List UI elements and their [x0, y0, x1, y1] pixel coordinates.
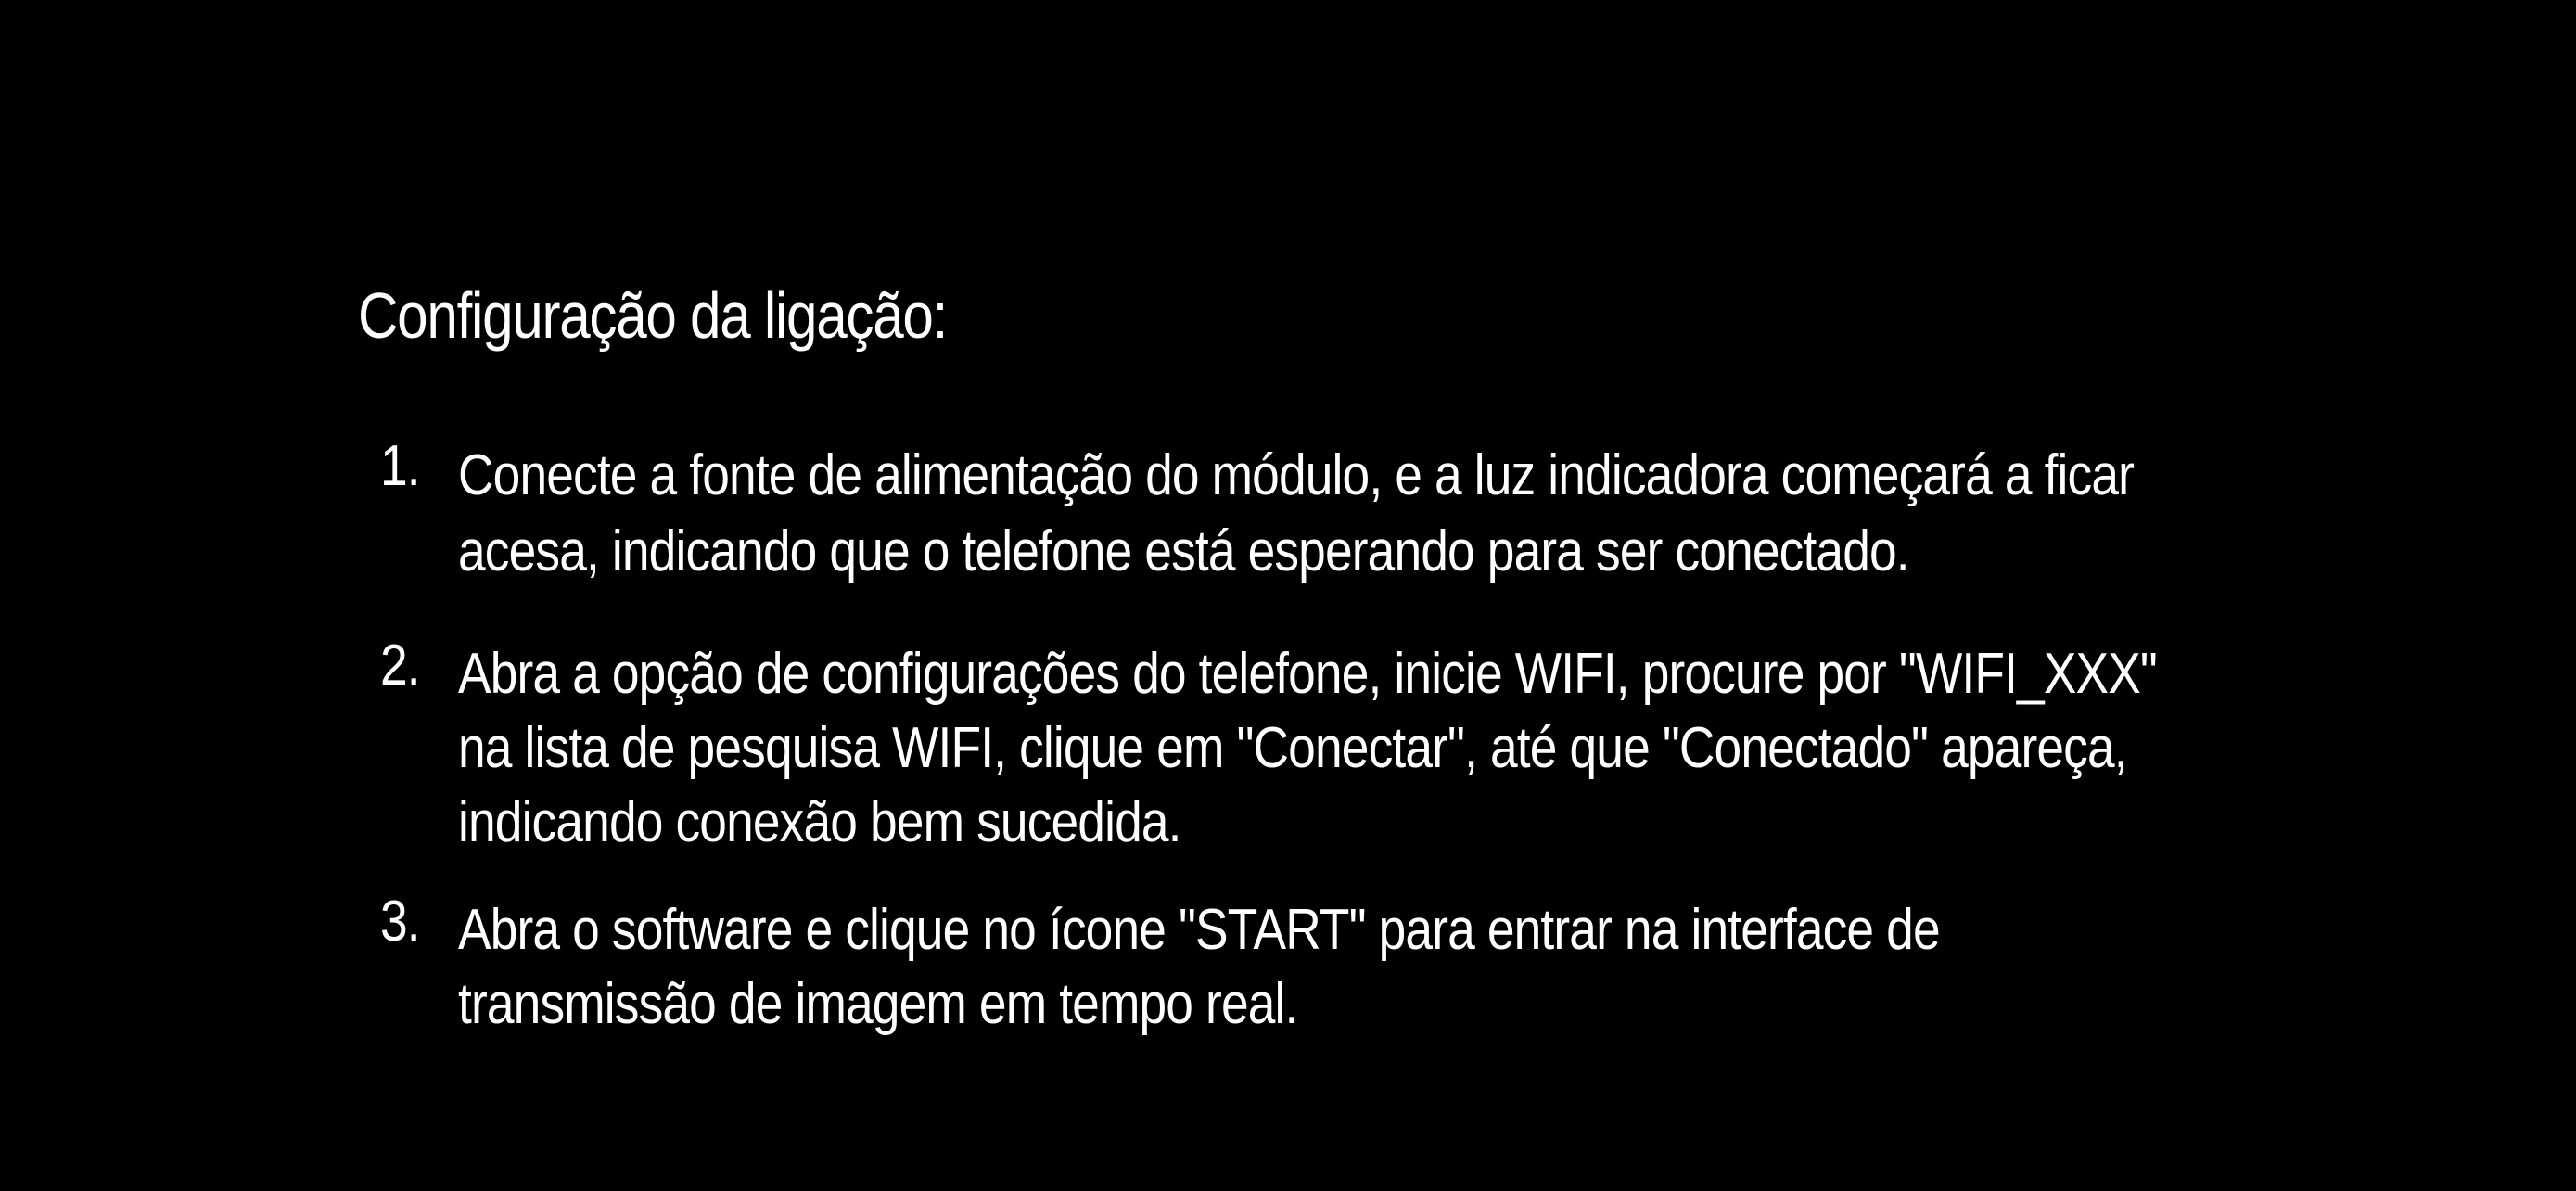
instruction-screen: Configuração da ligação: 1. Conecte a fo…: [0, 0, 2576, 1191]
step-number: 1.: [380, 434, 421, 498]
step-text: Abra a opção de configurações do telefon…: [458, 642, 2158, 854]
step-text: Conecte a fonte de alimentação do módulo…: [458, 443, 2135, 583]
page-title: Configuração da ligação:: [358, 279, 948, 352]
step-number: 3.: [380, 890, 421, 954]
instructions-panel: Configuração da ligação: 1. Conecte a fo…: [358, 279, 2398, 1036]
step-text: Abra o software e clique no ícone "START…: [458, 898, 1941, 1036]
step-number: 2.: [380, 634, 421, 698]
